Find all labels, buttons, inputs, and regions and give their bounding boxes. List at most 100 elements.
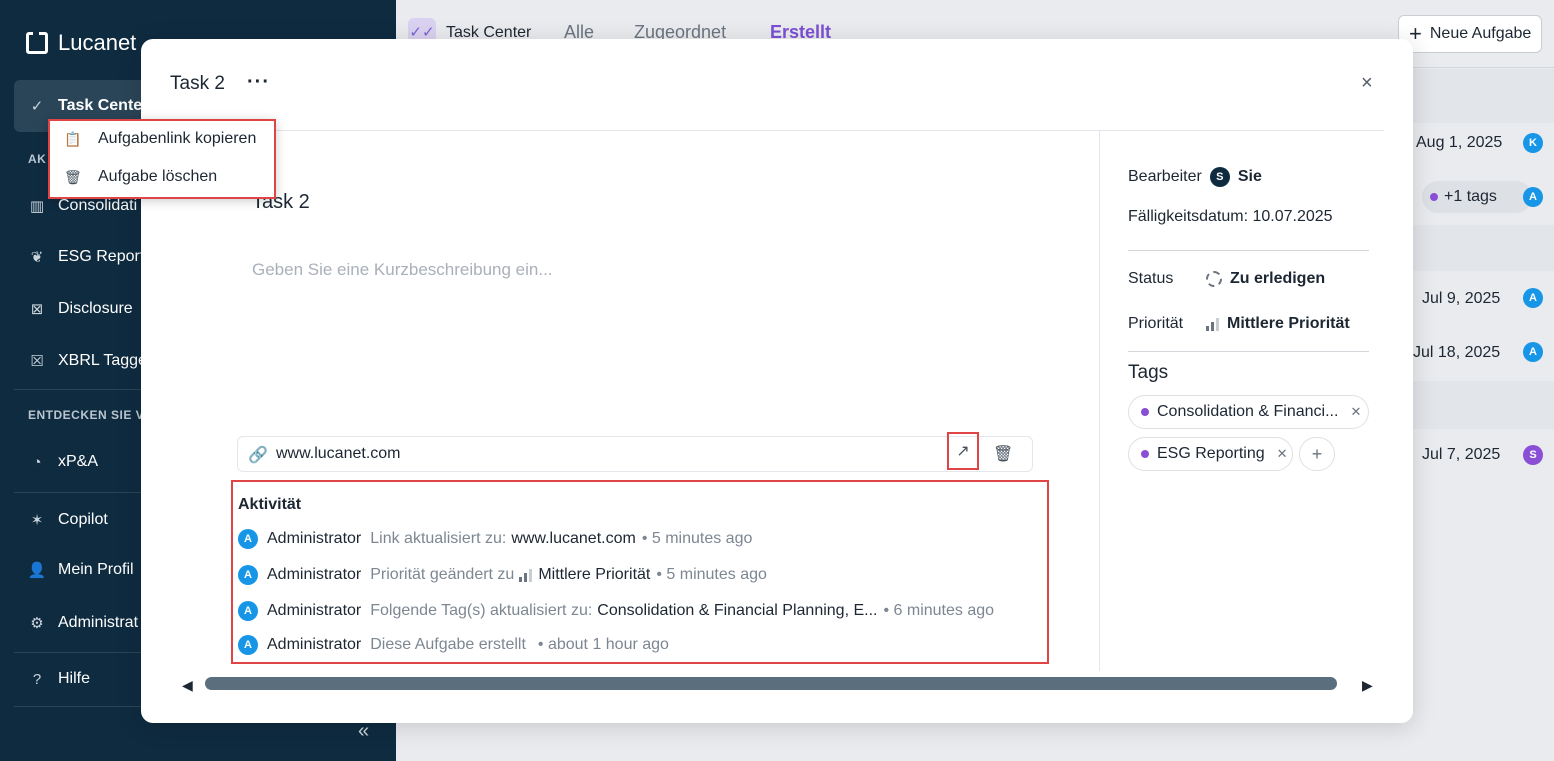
activity-time: • 5 minutes ago bbox=[656, 566, 767, 583]
assignee-value[interactable]: Sie bbox=[1238, 168, 1262, 186]
more-tags-pill[interactable]: +1 tags bbox=[1422, 181, 1532, 213]
activity-desc: Priorität geändert zu bbox=[370, 566, 515, 583]
activity-desc: Link aktualisiert zu: bbox=[370, 530, 507, 547]
sidebar-item-label: Task Center bbox=[58, 97, 149, 114]
sidebar-item-label: Disclosure bbox=[58, 300, 133, 317]
avatar: A bbox=[1523, 288, 1543, 308]
activity-item: A Administrator Folgende Tag(s) aktualis… bbox=[238, 600, 994, 622]
user-icon: 👤 bbox=[27, 562, 47, 579]
lock-chart-icon: ◔ bbox=[32, 453, 42, 471]
activity-user: Administrator bbox=[267, 530, 362, 547]
priority-bars-icon bbox=[519, 568, 533, 582]
sidebar-item-label: Hilfe bbox=[58, 670, 91, 687]
open-link-button[interactable]: ↗ bbox=[947, 432, 979, 470]
tag-dot-icon bbox=[1430, 193, 1438, 201]
priority-row: Priorität Mittlere Priorität bbox=[1128, 315, 1350, 333]
sidebar-item-label: ESG Report bbox=[58, 248, 145, 265]
tag-chip[interactable]: ESG Reporting ✕ bbox=[1128, 437, 1293, 471]
due-date-cell: Aug 1, 2025 bbox=[1416, 134, 1503, 151]
avatar: A bbox=[1523, 187, 1543, 207]
status-label: Status bbox=[1128, 270, 1174, 287]
modal-title: Task 2 bbox=[170, 73, 225, 94]
menu-item-delete-task[interactable]: 🗑 Aufgabe löschen bbox=[64, 165, 217, 189]
due-date-row[interactable]: Fälligkeitsdatum: 10.07.2025 bbox=[1128, 208, 1333, 226]
delete-link-button[interactable]: 🗑 bbox=[993, 444, 1013, 464]
activity-user: Administrator bbox=[267, 602, 362, 619]
activity-item: A Administrator Priorität geändert zu Mi… bbox=[238, 564, 767, 586]
remove-tag-icon[interactable]: ✕ bbox=[1350, 404, 1361, 420]
status-value[interactable]: Zu erledigen bbox=[1230, 270, 1325, 288]
tag-label: ESG Reporting bbox=[1157, 445, 1265, 462]
panel-divider bbox=[1099, 131, 1100, 671]
sparkle-icon: ✶ bbox=[30, 512, 44, 529]
assignee-label: Bearbeiter bbox=[1128, 168, 1202, 185]
trash-icon: 🗑 bbox=[64, 168, 82, 185]
double-check-icon: ✓ bbox=[30, 98, 44, 115]
activity-user: Administrator bbox=[267, 636, 362, 653]
header-divider bbox=[141, 130, 1384, 131]
activity-user: Administrator bbox=[267, 566, 362, 583]
menu-item-label: Aufgabe löschen bbox=[98, 168, 218, 185]
add-tag-button[interactable]: + bbox=[1299, 437, 1335, 471]
activity-panel: Aktivität A Administrator Link aktualisi… bbox=[231, 480, 1049, 664]
leaf-icon: ❦ bbox=[30, 249, 44, 266]
disclosure-icon: ⊠ bbox=[30, 301, 44, 318]
activity-item: A Administrator Diese Aufgabe erstellt •… bbox=[238, 634, 669, 656]
lucanet-logo[interactable]: Lucanet bbox=[26, 30, 136, 56]
trash-icon: 🗑 bbox=[993, 446, 1014, 463]
sidebar-item-label: Mein Profil bbox=[58, 561, 134, 578]
new-task-button[interactable]: + Neue Aufgabe bbox=[1398, 15, 1542, 53]
activity-time: • about 1 hour ago bbox=[537, 636, 669, 653]
priority-value[interactable]: Mittlere Priorität bbox=[1227, 315, 1350, 333]
description-input[interactable]: Geben Sie eine Kurzbeschreibung ein... bbox=[252, 260, 553, 280]
activity-title: Aktivität bbox=[238, 496, 302, 513]
avatar: A bbox=[238, 635, 258, 655]
collapse-sidebar-icon[interactable]: « bbox=[358, 720, 369, 743]
avatar: S bbox=[1523, 445, 1543, 465]
menu-item-copy-link[interactable]: 📋 Aufgabenlink kopieren bbox=[64, 127, 256, 151]
due-date-cell: Jul 18, 2025 bbox=[1413, 344, 1501, 361]
avatar: A bbox=[1523, 342, 1543, 362]
group-header-band bbox=[1413, 381, 1554, 429]
remove-tag-icon[interactable]: ✕ bbox=[1277, 446, 1288, 462]
more-options-button[interactable]: ··· bbox=[247, 71, 270, 94]
activity-item: A Administrator Link aktualisiert zu: ww… bbox=[238, 528, 752, 550]
activity-time: • 6 minutes ago bbox=[883, 602, 995, 619]
more-tags-label: +1 tags bbox=[1444, 188, 1497, 205]
task-options-menu: 📋 Aufgabenlink kopieren 🗑 Aufgabe lösche… bbox=[48, 119, 276, 199]
status-todo-icon bbox=[1206, 271, 1222, 287]
help-circle-icon: ? bbox=[32, 670, 42, 688]
link-icon: 🔗 bbox=[248, 447, 268, 464]
due-date-cell: Jul 9, 2025 bbox=[1422, 290, 1501, 307]
scroll-left-icon[interactable]: ◀ bbox=[182, 677, 193, 694]
sidebar-section-discover: ENTDECKEN SIE V bbox=[28, 408, 145, 422]
due-date-value: Fälligkeitsdatum: 10.07.2025 bbox=[1128, 208, 1333, 225]
new-task-label: Neue Aufgabe bbox=[1429, 25, 1532, 42]
group-header-band bbox=[1413, 225, 1554, 271]
priority-label: Priorität bbox=[1128, 315, 1184, 332]
tag-dot-icon bbox=[1141, 450, 1149, 458]
group-header-band bbox=[1413, 69, 1554, 123]
plus-icon: + bbox=[1409, 21, 1422, 46]
close-icon[interactable]: × bbox=[1361, 72, 1373, 95]
activity-desc: Folgende Tag(s) aktualisiert zu: bbox=[370, 602, 593, 619]
avatar: K bbox=[1523, 133, 1543, 153]
task-detail-modal: Task 2 ··· × Task 2 Geben Sie eine Kurzb… bbox=[141, 39, 1413, 723]
tag-chip[interactable]: Consolidation & Financi... ✕ bbox=[1128, 395, 1369, 429]
sidebar-section-apps: AK bbox=[28, 152, 47, 166]
lucanet-logo-icon bbox=[26, 32, 48, 54]
link-field[interactable]: 🔗 www.lucanet.com bbox=[237, 436, 1033, 472]
link-text[interactable]: www.lucanet.com bbox=[276, 445, 401, 463]
activity-value: Mittlere Priorität bbox=[538, 566, 651, 583]
assignee-row: Bearbeiter S Sie bbox=[1128, 167, 1262, 187]
avatar: A bbox=[238, 565, 258, 585]
activity-desc: Diese Aufgabe erstellt bbox=[370, 636, 526, 653]
horizontal-scrollbar[interactable] bbox=[205, 677, 1337, 690]
avatar: A bbox=[238, 601, 258, 621]
sidebar-item-label: Copilot bbox=[58, 511, 108, 528]
due-date-cell: Jul 7, 2025 bbox=[1422, 446, 1501, 463]
scroll-right-icon[interactable]: ▶ bbox=[1362, 677, 1373, 694]
xbrl-icon: ☒ bbox=[30, 353, 44, 370]
sidebar-item-label: xP&A bbox=[58, 453, 99, 470]
sidebar-item-label: Consolidati bbox=[58, 197, 138, 214]
